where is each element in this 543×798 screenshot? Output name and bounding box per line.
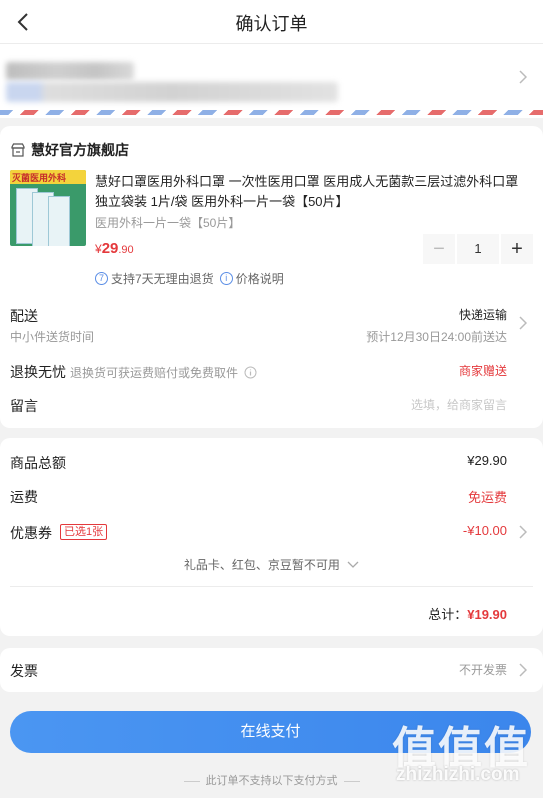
shop-name: 慧好官方旗舰店 xyxy=(31,142,129,158)
goods-total-label: 商品总额 xyxy=(10,455,66,471)
address-name-blurred xyxy=(6,62,134,80)
delivery-row[interactable]: 配送 中小件送货时间 快递运输 预计12月30日24:00前送达 xyxy=(10,306,543,344)
invoice-row[interactable]: 发票 不开发票 xyxy=(10,661,543,681)
goods-total-value: ¥29.90 xyxy=(467,453,507,468)
delivery-method: 快递运输 xyxy=(458,308,507,322)
invoice-card[interactable]: 发票 不开发票 xyxy=(0,648,543,692)
note-label: 留言 xyxy=(10,398,38,414)
product-title[interactable]: 慧好口罩医用外科口罩 一次性医用口罩 医用成人无菌款三层过滤外科口罩 独立袋装 … xyxy=(95,172,527,212)
chevron-right-icon xyxy=(519,70,527,84)
store-icon xyxy=(11,143,25,157)
returns-label: 退换无忧 xyxy=(10,364,66,380)
chevron-right-icon xyxy=(519,316,527,330)
gift-card-note[interactable]: 礼品卡、红包、京豆暂不可用 xyxy=(0,556,543,573)
chevron-right-icon xyxy=(519,525,527,539)
invoice-label: 发票 xyxy=(10,663,38,679)
chevron-down-icon xyxy=(347,561,359,568)
service-info: 7 支持7天无理由退货 i 价格说明 xyxy=(95,270,284,287)
order-total-value: ¥19.90 xyxy=(467,607,507,622)
info-icon: i xyxy=(219,272,233,285)
shop-header[interactable]: 慧好官方旗舰店 xyxy=(10,140,129,160)
product-spec: 医用外科一片一袋【50片】 xyxy=(95,216,241,230)
price-summary-card: 商品总额 ¥29.90 运费 免运费 优惠券 已选1张 -¥10.00 礼品卡、… xyxy=(0,438,543,636)
divider xyxy=(10,586,533,587)
increase-button[interactable]: + xyxy=(501,234,533,264)
watermark-logo: 值值值 zhizhizhi.com xyxy=(392,724,530,785)
coupon-value: -¥10.00 xyxy=(462,523,507,538)
seven-day-icon: 7 xyxy=(95,272,108,285)
product-image[interactable]: 灭菌医用外科 xyxy=(10,170,86,246)
product-price: ¥29.90 xyxy=(95,240,134,257)
shipping-row: 运费 免运费 xyxy=(10,487,543,507)
top-bar: 确认订单 xyxy=(0,0,543,44)
price-info-link[interactable]: 价格说明 xyxy=(236,270,284,287)
quantity-input[interactable]: 1 xyxy=(457,234,499,264)
decrease-button[interactable]: − xyxy=(423,234,455,264)
coupon-row[interactable]: 优惠券 已选1张 -¥10.00 xyxy=(10,523,543,543)
return-policy-text[interactable]: 支持7天无理由退货 xyxy=(111,270,214,287)
order-total: 总计：¥19.90 xyxy=(428,604,507,623)
note-input[interactable]: 选填，给商家留言 xyxy=(411,396,507,413)
coupon-selected-badge: 已选1张 xyxy=(60,524,108,540)
delivery-sub: 中小件送货时间 xyxy=(10,330,95,344)
invoice-value: 不开发票 xyxy=(458,663,507,677)
delivery-label: 配送 xyxy=(10,308,38,324)
coupon-label: 优惠券 xyxy=(10,525,52,541)
shipping-label: 运费 xyxy=(10,489,38,505)
returns-value: 商家赠送 xyxy=(458,364,507,378)
order-total-label: 总计： xyxy=(428,607,468,622)
product-image-label: 灭菌医用外科 xyxy=(12,173,67,183)
shipping-value: 免运费 xyxy=(467,490,507,505)
returns-desc: 退换货可获运费赔付或免费取件 xyxy=(70,364,257,381)
product-card: 慧好官方旗舰店 灭菌医用外科 慧好口罩医用外科口罩 一次性医用口罩 医用成人无菌… xyxy=(0,126,543,428)
address-section[interactable] xyxy=(0,44,543,118)
address-border-stripe xyxy=(0,110,543,115)
chevron-right-icon xyxy=(519,663,527,677)
delivery-eta: 预计12月30日24:00前送达 xyxy=(366,330,507,344)
info-icon[interactable] xyxy=(244,366,257,379)
quantity-stepper[interactable]: − 1 + xyxy=(423,234,533,264)
goods-total-row: 商品总额 ¥29.90 xyxy=(10,453,543,473)
address-detail-blurred xyxy=(6,82,338,102)
note-row[interactable]: 留言 选填，给商家留言 xyxy=(10,396,543,416)
page-title: 确认订单 xyxy=(235,14,308,34)
returns-row[interactable]: 退换无忧 退换货可获运费赔付或免费取件 商家赠送 xyxy=(10,362,543,382)
